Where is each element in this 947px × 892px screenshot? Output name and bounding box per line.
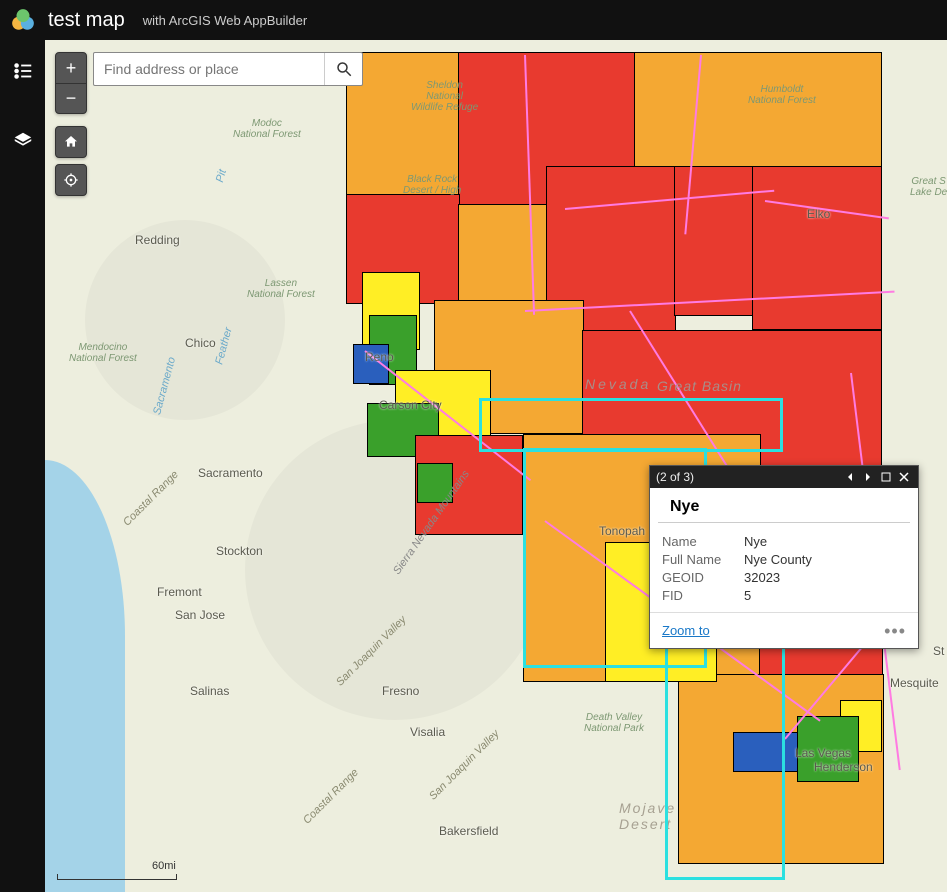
- region-label: Great Basin: [657, 378, 742, 394]
- city-label: Salinas: [190, 684, 229, 698]
- region-label: Nevada: [585, 376, 651, 392]
- forest-label: HumboldtNational Forest: [748, 84, 816, 106]
- popup-field-value: Nye: [744, 534, 767, 549]
- popup-field-label: Full Name: [662, 552, 744, 567]
- city-label: Las Vegas: [795, 746, 851, 760]
- popup-field-value: Nye County: [744, 552, 812, 567]
- left-rail: [0, 40, 45, 892]
- forest-label: ModocNational Forest: [233, 118, 301, 140]
- map-canvas[interactable]: + − ReddingChicoSacramentoSt: [45, 40, 947, 892]
- popup-field-value: 32023: [744, 570, 780, 585]
- city-label: Reno: [365, 350, 394, 364]
- zoom-in-button[interactable]: +: [56, 53, 86, 83]
- forest-label: Death ValleyNational Park: [584, 712, 644, 734]
- city-label: Fremont: [157, 585, 202, 599]
- desert-label: Mojave Desert: [619, 800, 676, 832]
- popup-field-value: 5: [744, 588, 751, 603]
- city-label: Redding: [135, 233, 180, 247]
- header-bar: test map with ArcGIS Web AppBuilder: [0, 0, 947, 40]
- city-label: Chico: [185, 336, 216, 350]
- scale-bar: 60mi: [57, 874, 177, 880]
- app-title: test map: [48, 9, 125, 32]
- forest-label: SheldonNationalWildlife Refuge: [411, 80, 478, 113]
- search-input[interactable]: [94, 53, 324, 85]
- popup-header[interactable]: (2 of 3): [650, 466, 918, 488]
- feature-popup: (2 of 3) Nye NameNyeFull NameNye CountyG…: [649, 465, 919, 649]
- locate-button[interactable]: [56, 165, 86, 195]
- popup-title: Nye: [658, 488, 910, 523]
- city-label: Fresno: [382, 684, 419, 698]
- search-submit-button[interactable]: [324, 53, 362, 85]
- legend-button[interactable]: [10, 58, 36, 84]
- popup-prev-button[interactable]: [842, 469, 858, 485]
- forest-label: LassenNational Forest: [247, 278, 315, 300]
- layers-button[interactable]: [10, 128, 36, 154]
- popup-field-row: NameNye: [662, 534, 906, 549]
- forest-label: MendocinoNational Forest: [69, 342, 137, 364]
- popup-footer: Zoom to •••: [650, 612, 918, 648]
- city-label: Tonopah: [599, 524, 645, 538]
- scale-label: 60mi: [152, 860, 176, 872]
- city-label: Carson City: [379, 398, 442, 412]
- city-label: Sacramento: [198, 466, 263, 480]
- popup-field-label: GEOID: [662, 570, 744, 585]
- popup-field-row: FID5: [662, 588, 906, 603]
- forest-label: Great SLake De: [910, 176, 947, 198]
- city-label: Mesquite: [890, 676, 939, 690]
- city-label: Visalia: [410, 725, 445, 739]
- city-label: Elko: [807, 207, 830, 221]
- city-label: Henderson: [814, 760, 873, 774]
- popup-field-row: Full NameNye County: [662, 552, 906, 567]
- zoom-control: + −: [55, 52, 87, 114]
- city-label: Bakersfield: [439, 824, 498, 838]
- popup-close-button[interactable]: [896, 469, 912, 485]
- search-icon: [335, 60, 353, 78]
- popup-maximize-button[interactable]: [878, 469, 894, 485]
- city-label: St G: [933, 644, 947, 658]
- city-label: Stockton: [216, 544, 263, 558]
- popup-position: (2 of 3): [656, 470, 694, 484]
- app-logo-icon: [10, 7, 36, 33]
- popup-field-label: Name: [662, 534, 744, 549]
- city-label: San Jose: [175, 608, 225, 622]
- popup-next-button[interactable]: [860, 469, 876, 485]
- app-subtitle: with ArcGIS Web AppBuilder: [143, 13, 308, 28]
- forest-label: Black RockDesert / High: [403, 174, 461, 196]
- search-box: [93, 52, 363, 86]
- popup-body: NameNyeFull NameNye CountyGEOID32023FID5: [650, 523, 918, 612]
- home-button[interactable]: [56, 127, 86, 157]
- zoom-out-button[interactable]: −: [56, 83, 86, 113]
- popup-field-label: FID: [662, 588, 744, 603]
- app-root: test map with ArcGIS Web AppBuilder + −: [0, 0, 947, 892]
- popup-field-row: GEOID32023: [662, 570, 906, 585]
- home-locate: [55, 126, 87, 196]
- popup-zoom-link[interactable]: Zoom to: [662, 623, 710, 638]
